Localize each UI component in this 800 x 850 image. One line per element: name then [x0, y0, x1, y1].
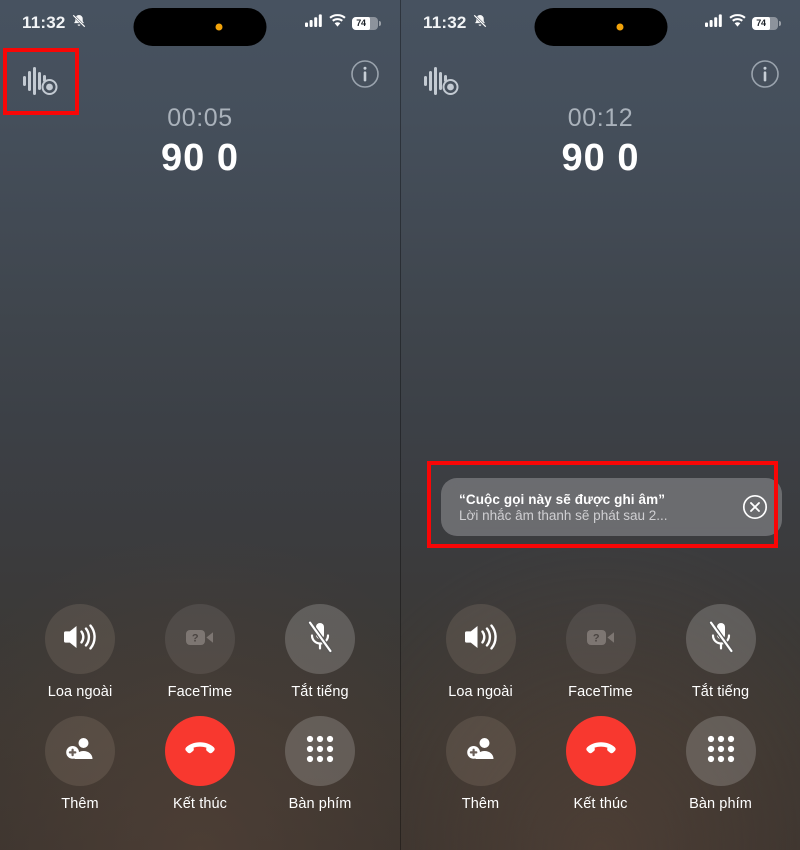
end-call-button-label: Kết thúc	[173, 796, 227, 812]
video-camera-question-icon: ?	[183, 624, 217, 655]
battery-tip	[779, 20, 781, 26]
speaker-button-circle[interactable]	[445, 604, 516, 674]
recording-notification-banner[interactable]: “Cuộc gọi này sẽ được ghi âm” Lời nhắc â…	[441, 478, 782, 536]
mute-button[interactable]: Tắt tiếng	[281, 604, 360, 700]
facetime-button[interactable]: ? FaceTime	[161, 604, 240, 700]
person-add-icon	[64, 734, 96, 769]
battery-indicator: 74	[352, 16, 381, 30]
info-circle-icon[interactable]	[350, 59, 380, 89]
keypad-button-circle[interactable]	[285, 716, 355, 786]
status-bar-right: 74	[705, 14, 781, 32]
status-bar-left: 11:32	[22, 13, 87, 34]
call-recording-waveform-icon[interactable]	[421, 62, 463, 102]
add-call-button-circle[interactable]	[445, 716, 516, 786]
speaker-wave-icon	[463, 622, 499, 657]
recording-active-dot-icon	[215, 23, 223, 31]
call-controls-grid: Loa ngoài ? FaceTime Tắt tiếng Thêm Kết …	[401, 604, 800, 812]
call-controls-row-2: Thêm Kết thúc Bàn phím	[401, 716, 800, 812]
add-call-button-label: Thêm	[461, 796, 500, 812]
facetime-button-circle[interactable]: ?	[165, 604, 235, 674]
banner-subtitle: Lời nhắc âm thanh sẽ phát sau 2...	[459, 507, 668, 523]
mute-button-label: Tắt tiếng	[291, 684, 349, 700]
call-phone-number: 90 0	[161, 137, 239, 179]
call-controls-grid: Loa ngoài ? FaceTime Tắt tiếng Thêm Kết …	[0, 604, 400, 812]
dynamic-island	[534, 8, 667, 46]
battery-indicator: 74	[752, 16, 781, 30]
cellular-signal-icon	[305, 14, 323, 32]
keypad-button[interactable]: Bàn phím	[281, 716, 360, 812]
bell-slash-icon	[472, 13, 488, 34]
banner-text-block: “Cuộc gọi này sẽ được ghi âm” Lời nhắc â…	[459, 492, 732, 523]
dialpad-grid-icon	[707, 735, 735, 768]
status-time: 11:32	[423, 13, 467, 32]
microphone-slash-icon	[305, 619, 335, 659]
keypad-button-circle[interactable]	[685, 716, 756, 786]
cellular-signal-icon	[705, 14, 723, 32]
speaker-wave-icon	[62, 622, 98, 657]
recording-active-dot-icon	[616, 23, 623, 31]
person-add-icon	[465, 734, 497, 769]
facetime-button[interactable]: ? FaceTime	[561, 604, 640, 700]
wifi-icon	[729, 14, 746, 32]
status-time: 11:32	[22, 13, 66, 32]
keypad-button-label: Bàn phím	[288, 796, 352, 812]
dialpad-grid-icon	[306, 735, 334, 768]
phone-down-icon	[182, 739, 218, 764]
mute-button-circle[interactable]	[685, 604, 756, 674]
call-recording-waveform-icon[interactable]	[20, 62, 62, 102]
status-bar-left: 11:32	[423, 13, 488, 34]
mute-button[interactable]: Tắt tiếng	[681, 604, 760, 700]
mute-button-circle[interactable]	[285, 604, 355, 674]
call-phone-number: 90 0	[561, 137, 640, 179]
svg-text:?: ?	[192, 632, 199, 644]
dynamic-island	[133, 8, 267, 46]
facetime-button-label: FaceTime	[568, 684, 633, 700]
call-controls-row-1: Loa ngoài ? FaceTime Tắt tiếng	[401, 604, 800, 700]
speaker-button[interactable]: Loa ngoài	[41, 604, 120, 700]
info-circle-icon[interactable]	[750, 59, 780, 89]
battery-percent: 74	[356, 18, 366, 28]
battery-percent: 74	[756, 18, 766, 28]
call-controls-row-2: Thêm Kết thúc Bàn phím	[0, 716, 400, 812]
call-info: 00:12 90 0	[401, 104, 800, 180]
facetime-button-label: FaceTime	[167, 684, 233, 700]
wifi-icon	[329, 14, 346, 32]
end-call-button[interactable]: Kết thúc	[161, 716, 240, 812]
keypad-button[interactable]: Bàn phím	[681, 716, 760, 812]
status-bar-right: 74	[305, 14, 381, 32]
add-call-button[interactable]: Thêm	[441, 716, 520, 812]
microphone-slash-icon	[706, 619, 736, 659]
video-camera-question-icon: ?	[584, 624, 618, 655]
screenshot-stage: 11:32 74 00:05 90 0 Loa ngoài ? FaceTime…	[0, 0, 800, 850]
add-call-button-label: Thêm	[61, 796, 99, 812]
battery-tip	[379, 20, 381, 26]
add-call-button-circle[interactable]	[45, 716, 115, 786]
add-call-button[interactable]: Thêm	[41, 716, 120, 812]
call-duration: 00:05	[167, 104, 233, 132]
bell-slash-icon	[71, 13, 87, 34]
call-info: 00:05 90 0	[0, 104, 400, 180]
phone-down-icon	[583, 739, 619, 764]
mute-button-label: Tắt tiếng	[691, 684, 750, 700]
speaker-button-label: Loa ngoài	[47, 684, 113, 700]
banner-title: “Cuộc gọi này sẽ được ghi âm”	[459, 491, 666, 507]
keypad-button-label: Bàn phím	[689, 796, 752, 812]
phone-screen-right: 11:32 74 00:12 90 0 “Cuộc gọi này sẽ đượ…	[400, 0, 800, 850]
end-call-button-circle[interactable]	[565, 716, 636, 786]
speaker-button[interactable]: Loa ngoài	[441, 604, 520, 700]
close-circle-icon[interactable]	[742, 494, 768, 520]
end-call-button-label: Kết thúc	[573, 796, 628, 812]
end-call-button-circle[interactable]	[165, 716, 235, 786]
speaker-button-label: Loa ngoài	[448, 684, 513, 700]
phone-screen-left: 11:32 74 00:05 90 0 Loa ngoài ? FaceTime…	[0, 0, 400, 850]
end-call-button[interactable]: Kết thúc	[561, 716, 640, 812]
call-controls-row-1: Loa ngoài ? FaceTime Tắt tiếng	[0, 604, 400, 700]
facetime-button-circle[interactable]: ?	[565, 604, 636, 674]
call-duration: 00:12	[567, 104, 634, 132]
speaker-button-circle[interactable]	[45, 604, 115, 674]
svg-text:?: ?	[592, 632, 599, 644]
